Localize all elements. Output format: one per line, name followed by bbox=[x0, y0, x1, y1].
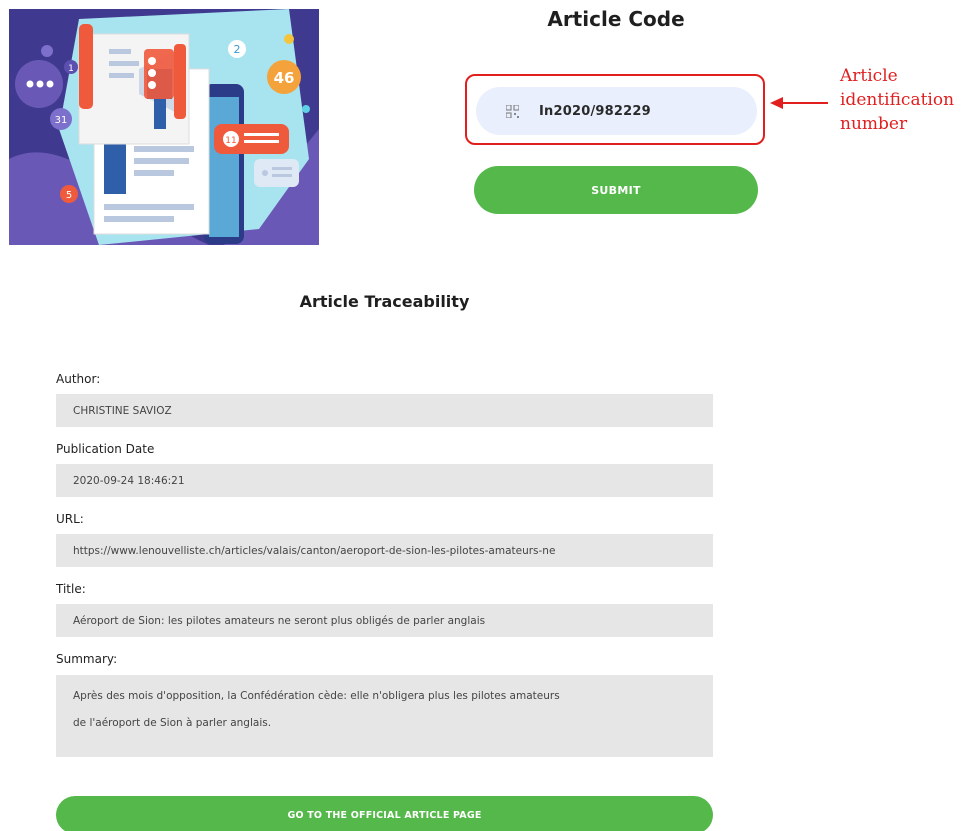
svg-text:1: 1 bbox=[68, 64, 74, 74]
article-code-input[interactable]: In2020/982229 bbox=[476, 87, 757, 135]
publication-date-label: Publication Date bbox=[56, 442, 155, 456]
news-megaphone-illustration: 31 1 2 46 5 11 bbox=[9, 9, 319, 245]
official-article-page-button[interactable]: GO TO THE OFFICIAL ARTICLE PAGE bbox=[56, 796, 713, 831]
title-label: Title: bbox=[56, 582, 86, 596]
qr-code-icon bbox=[506, 104, 519, 118]
annotation-arrow-icon bbox=[770, 97, 828, 109]
traceability-title: Article Traceability bbox=[299, 292, 470, 311]
svg-text:46: 46 bbox=[274, 69, 295, 87]
author-field: CHRISTINE SAVIOZ bbox=[56, 394, 713, 427]
url-field: https://www.lenouvelliste.ch/articles/va… bbox=[56, 534, 713, 567]
svg-text:31: 31 bbox=[55, 115, 68, 126]
annotation-line: number bbox=[840, 114, 908, 134]
annotation-line: Article bbox=[840, 66, 898, 86]
summary-field: Après des mois d'opposition, la Confédér… bbox=[56, 675, 713, 757]
page: 31 1 2 46 5 11 Article Code In2020/98222… bbox=[0, 0, 972, 831]
title-field: Aéroport de Sion: les pilotes amateurs n… bbox=[56, 604, 713, 637]
summary-label: Summary: bbox=[56, 652, 118, 666]
svg-text:11: 11 bbox=[225, 136, 236, 146]
publication-date-field: 2020-09-24 18:46:21 bbox=[56, 464, 713, 497]
url-label: URL: bbox=[56, 512, 84, 526]
svg-text:5: 5 bbox=[66, 190, 72, 201]
annotation-line: identification bbox=[840, 90, 955, 110]
submit-button[interactable]: SUBMIT bbox=[474, 166, 758, 214]
annotation-label: Article identification number bbox=[840, 64, 970, 136]
svg-text:2: 2 bbox=[234, 43, 241, 56]
article-code-title: Article Code bbox=[547, 7, 685, 31]
summary-line: de l'aéroport de Sion à parler anglais. bbox=[73, 717, 272, 729]
article-code-value: In2020/982229 bbox=[539, 103, 651, 119]
author-label: Author: bbox=[56, 372, 101, 386]
summary-line: Après des mois d'opposition, la Confédér… bbox=[73, 690, 560, 702]
